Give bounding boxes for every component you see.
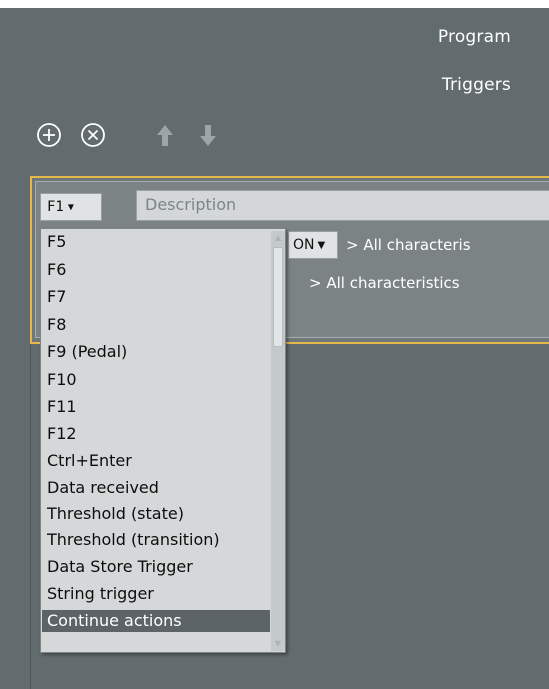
dropdown-option[interactable]: F6	[42, 259, 270, 281]
characteristics-link-2[interactable]: > All characteristics	[309, 274, 460, 292]
top-strip	[0, 0, 549, 8]
key-select[interactable]: F1 ▼	[40, 193, 102, 221]
arrow-up-icon[interactable]	[150, 120, 180, 150]
key-select-value: F1	[47, 199, 64, 215]
dropdown-option[interactable]: F10	[42, 369, 270, 391]
state-select-value: ON	[293, 237, 315, 253]
description-input[interactable]: Description	[136, 190, 549, 221]
remove-circle-icon[interactable]	[78, 120, 108, 150]
scroll-down-icon[interactable]: ▼	[271, 637, 285, 651]
dropdown-option[interactable]: F8	[42, 314, 270, 336]
add-circle-icon[interactable]	[34, 120, 64, 150]
key-dropdown-list[interactable]: F5 F6 F7 F8 F9 (Pedal) F10 F11 F12 Ctrl+…	[40, 228, 286, 653]
chevron-down-icon: ▼	[317, 240, 326, 251]
characteristics-link[interactable]: > All characteris	[346, 236, 471, 254]
dropdown-option[interactable]: Data Store Trigger	[42, 556, 270, 578]
dropdown-option-selected[interactable]: Continue actions	[42, 610, 270, 632]
menu-triggers[interactable]: Triggers	[442, 75, 511, 95]
dropdown-option[interactable]: F12	[42, 423, 270, 445]
dropdown-option[interactable]: F5	[42, 231, 270, 253]
dropdown-option[interactable]: Threshold (transition)	[42, 529, 270, 551]
left-divider	[30, 344, 31, 689]
state-select[interactable]: ON ▼	[288, 231, 338, 259]
dropdown-option[interactable]: F11	[42, 396, 270, 418]
menu-program[interactable]: Program	[438, 27, 511, 47]
dropdown-option[interactable]: F9 (Pedal)	[42, 341, 270, 363]
chevron-down-icon: ▼	[67, 202, 74, 213]
scroll-up-icon[interactable]: ▲	[271, 231, 285, 245]
dropdown-option[interactable]: F7	[42, 286, 270, 308]
dropdown-option[interactable]: Threshold (state)	[42, 503, 270, 525]
arrow-down-icon[interactable]	[193, 120, 223, 150]
dropdown-option[interactable]: Ctrl+Enter	[42, 450, 270, 472]
dropdown-option[interactable]: String trigger	[42, 583, 270, 605]
dropdown-scrollbar[interactable]: ▲ ▼	[271, 231, 285, 651]
dropdown-option[interactable]: Data received	[42, 477, 270, 499]
scrollbar-thumb[interactable]	[273, 247, 283, 347]
